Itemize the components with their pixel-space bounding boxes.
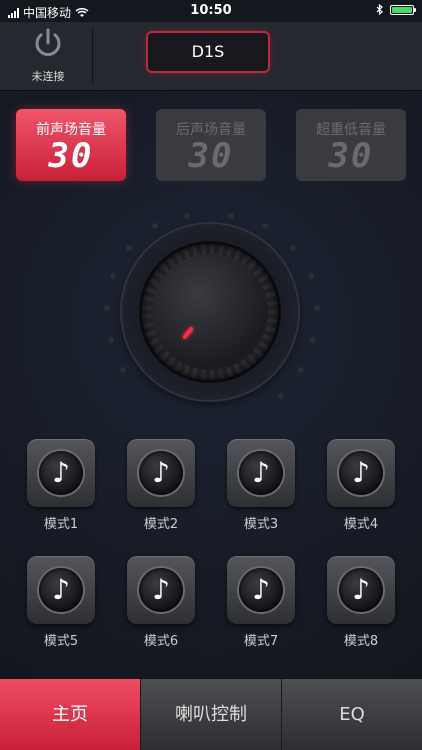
front-volume-card[interactable]: 前声场音量 30	[16, 109, 126, 181]
level-dot	[290, 245, 296, 251]
status-bar: 中国移动 10:50	[0, 0, 422, 22]
music-note-icon: ♪	[239, 568, 283, 612]
volume-knob-area	[90, 209, 330, 449]
tab-home[interactable]: 主页	[0, 679, 140, 750]
status-right	[376, 4, 416, 15]
battery-fill	[392, 6, 412, 13]
music-note-icon: ♪	[139, 568, 183, 612]
level-dot	[228, 213, 234, 219]
mode-button-4[interactable]: ♪ 模式4	[326, 439, 396, 532]
mode-button-3[interactable]: ♪ 模式3	[226, 439, 296, 532]
status-time: 10:50	[190, 3, 232, 18]
mode-button-face: ♪	[327, 556, 395, 624]
level-dot	[278, 393, 284, 399]
mode-label: 模式1	[43, 517, 79, 532]
music-note-icon: ♪	[39, 568, 83, 612]
tab-eq[interactable]: EQ	[281, 679, 422, 750]
mode-label: 模式3	[243, 517, 279, 532]
music-note-icon: ♪	[339, 451, 383, 495]
level-dot	[184, 213, 190, 219]
volume-knob[interactable]	[142, 244, 278, 380]
level-dot	[308, 273, 314, 279]
volume-card-value: 30	[188, 136, 234, 176]
power-icon	[35, 28, 61, 56]
volume-card-value: 30	[48, 136, 94, 176]
mode-button-face: ♪	[27, 439, 95, 507]
mode-button-8[interactable]: ♪ 模式8	[326, 556, 396, 649]
level-dot	[152, 223, 158, 229]
level-dot	[126, 245, 132, 251]
mode-button-face: ♪	[227, 439, 295, 507]
power-button[interactable]: 未连接	[22, 26, 74, 86]
device-select-button[interactable]: D1S	[146, 31, 270, 73]
header: 未连接 D1S	[0, 22, 422, 91]
knob-ring	[122, 224, 298, 400]
level-dot	[314, 305, 320, 311]
subwoofer-volume-card[interactable]: 超重低音量 30	[296, 109, 406, 181]
music-note-icon: ♪	[239, 451, 283, 495]
mode-button-7[interactable]: ♪ 模式7	[226, 556, 296, 649]
level-dot	[104, 305, 110, 311]
level-dot	[262, 223, 268, 229]
mode-label: 模式2	[143, 517, 179, 532]
mode-button-face: ♪	[127, 556, 195, 624]
mode-button-face: ♪	[327, 439, 395, 507]
knob-cap	[152, 254, 268, 370]
battery-icon	[390, 4, 416, 15]
level-dot	[120, 367, 126, 373]
tab-speaker-control[interactable]: 喇叭控制	[140, 679, 281, 750]
mode-button-6[interactable]: ♪ 模式6	[126, 556, 196, 649]
mode-label: 模式4	[343, 517, 379, 532]
level-dot	[298, 367, 304, 373]
mode-button-5[interactable]: ♪ 模式5	[26, 556, 96, 649]
mode-button-face: ♪	[127, 439, 195, 507]
header-divider	[92, 28, 93, 84]
mode-label: 模式7	[243, 634, 279, 649]
tab-bar: 主页 喇叭控制 EQ	[0, 679, 422, 750]
main-panel: 前声场音量 30 后声场音量 30 超重低音量 30 ♪ 模式1 ♪ 模式2 ♪…	[0, 91, 422, 679]
bluetooth-icon	[376, 4, 383, 15]
music-note-icon: ♪	[339, 568, 383, 612]
mode-button-1[interactable]: ♪ 模式1	[26, 439, 96, 532]
music-note-icon: ♪	[139, 451, 183, 495]
mode-label: 模式5	[43, 634, 79, 649]
music-note-icon: ♪	[39, 451, 83, 495]
mode-label: 模式8	[343, 634, 379, 649]
mode-button-face: ♪	[27, 556, 95, 624]
mode-label: 模式6	[143, 634, 179, 649]
mode-button-2[interactable]: ♪ 模式2	[126, 439, 196, 532]
volume-card-value: 30	[328, 136, 374, 176]
rear-volume-card[interactable]: 后声场音量 30	[156, 109, 266, 181]
level-dot	[108, 337, 114, 343]
level-dot	[310, 337, 316, 343]
mode-button-face: ♪	[227, 556, 295, 624]
connection-status-label: 未连接	[31, 70, 65, 83]
level-dot	[110, 273, 116, 279]
